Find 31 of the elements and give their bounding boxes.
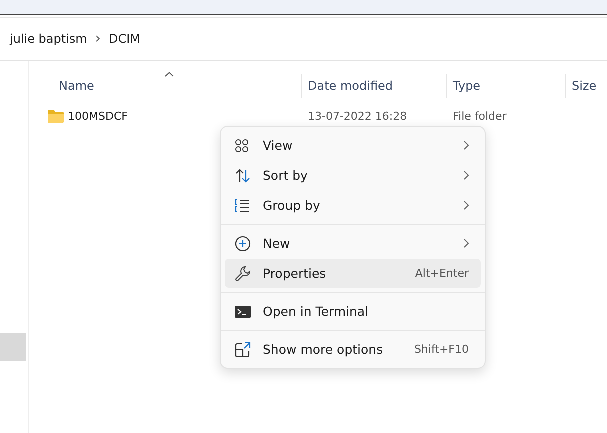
menu-item[interactable]: Group by (225, 191, 481, 220)
breadcrumb-item[interactable]: julie baptism (10, 32, 88, 46)
breadcrumb-separator[interactable]: › (95, 31, 101, 47)
terminal-icon (235, 306, 251, 318)
chevron-right-icon (464, 141, 469, 150)
menu-item[interactable]: Open in Terminal (225, 297, 481, 326)
column-header[interactable]: Size (565, 74, 607, 98)
chevron-right-icon (464, 201, 469, 210)
plus-circle-icon (235, 236, 251, 252)
sort-caret-icon (165, 72, 174, 77)
grid-icon (235, 138, 249, 152)
column-header[interactable]: Name (29, 74, 301, 98)
menu-item[interactable]: New (225, 229, 481, 258)
breadcrumb-item[interactable]: DCIM (108, 32, 140, 46)
menu-item[interactable]: Show more options Shift+F10 (225, 335, 481, 364)
nav-item[interactable] (0, 333, 26, 361)
column-header[interactable]: Date modified (301, 74, 446, 98)
chevron-right-icon (464, 171, 469, 180)
wrench-icon (235, 266, 251, 282)
file-name[interactable]: 100MSDCF (29, 106, 301, 126)
menu-item[interactable]: View (225, 131, 481, 160)
menu-item[interactable]: Sort by (225, 161, 481, 190)
menu-item[interactable]: Properties Alt+Enter (225, 259, 481, 288)
chevron-right-icon (464, 239, 469, 248)
date-cell-text: 13-07-2022 16:28 (307, 108, 408, 124)
type-cell-text: File folder (452, 108, 508, 124)
list-icon (235, 198, 250, 212)
column-header[interactable]: Type (446, 74, 565, 98)
share-window-icon (235, 342, 251, 358)
sort-arrows-icon (235, 168, 251, 182)
folder-icon (48, 110, 64, 122)
